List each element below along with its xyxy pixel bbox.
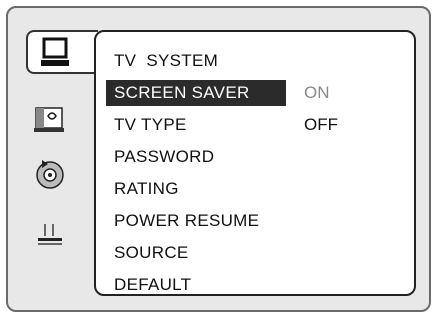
menu-item-label: DEFAULT bbox=[114, 275, 192, 294]
sidebar-item-general[interactable] bbox=[26, 30, 98, 74]
menu-item-label: POWER RESUME bbox=[114, 211, 260, 230]
preference-icon bbox=[38, 224, 62, 245]
tv-monitor-icon bbox=[41, 37, 69, 66]
menu-item-label: SOURCE bbox=[114, 243, 189, 262]
setup-screen: TV SYSTEM SCREEN SAVER ON TV TYPE OFF PASSWOR… bbox=[6, 6, 431, 312]
audio-icon bbox=[34, 107, 64, 132]
sidebar bbox=[8, 8, 98, 310]
settings-panel: TV SYSTEM SCREEN SAVER ON TV TYPE OFF PASSWOR… bbox=[94, 30, 416, 296]
sidebar-item-disc[interactable] bbox=[30, 154, 70, 194]
menu-item-label: TV TYPE bbox=[114, 115, 187, 134]
menu-item-value: ON bbox=[304, 83, 330, 102]
menu-item[interactable]: PASSWORD bbox=[96, 142, 414, 174]
sidebar-item-preference[interactable] bbox=[30, 214, 70, 254]
sidebar-item-audio[interactable] bbox=[30, 100, 70, 140]
menu-item[interactable]: TV TYPE OFF bbox=[96, 110, 414, 142]
menu-item[interactable]: SOURCE bbox=[96, 238, 414, 270]
menu-item-label: PASSWORD bbox=[114, 147, 215, 166]
menu-item-value: OFF bbox=[304, 115, 338, 134]
settings-menu: TV SYSTEM SCREEN SAVER ON TV TYPE OFF PASSWOR… bbox=[96, 46, 414, 302]
menu-item[interactable]: DEFAULT bbox=[96, 270, 414, 302]
menu-item[interactable]: TV SYSTEM bbox=[96, 46, 414, 78]
menu-item[interactable]: SCREEN SAVER ON bbox=[96, 78, 414, 110]
menu-item[interactable]: RATING bbox=[96, 174, 414, 206]
disc-icon bbox=[36, 160, 64, 189]
menu-item-label: RATING bbox=[114, 179, 179, 198]
menu-item-label: TV SYSTEM bbox=[114, 51, 219, 70]
menu-item[interactable]: POWER RESUME bbox=[96, 206, 414, 238]
menu-item-label: SCREEN SAVER bbox=[106, 80, 286, 106]
